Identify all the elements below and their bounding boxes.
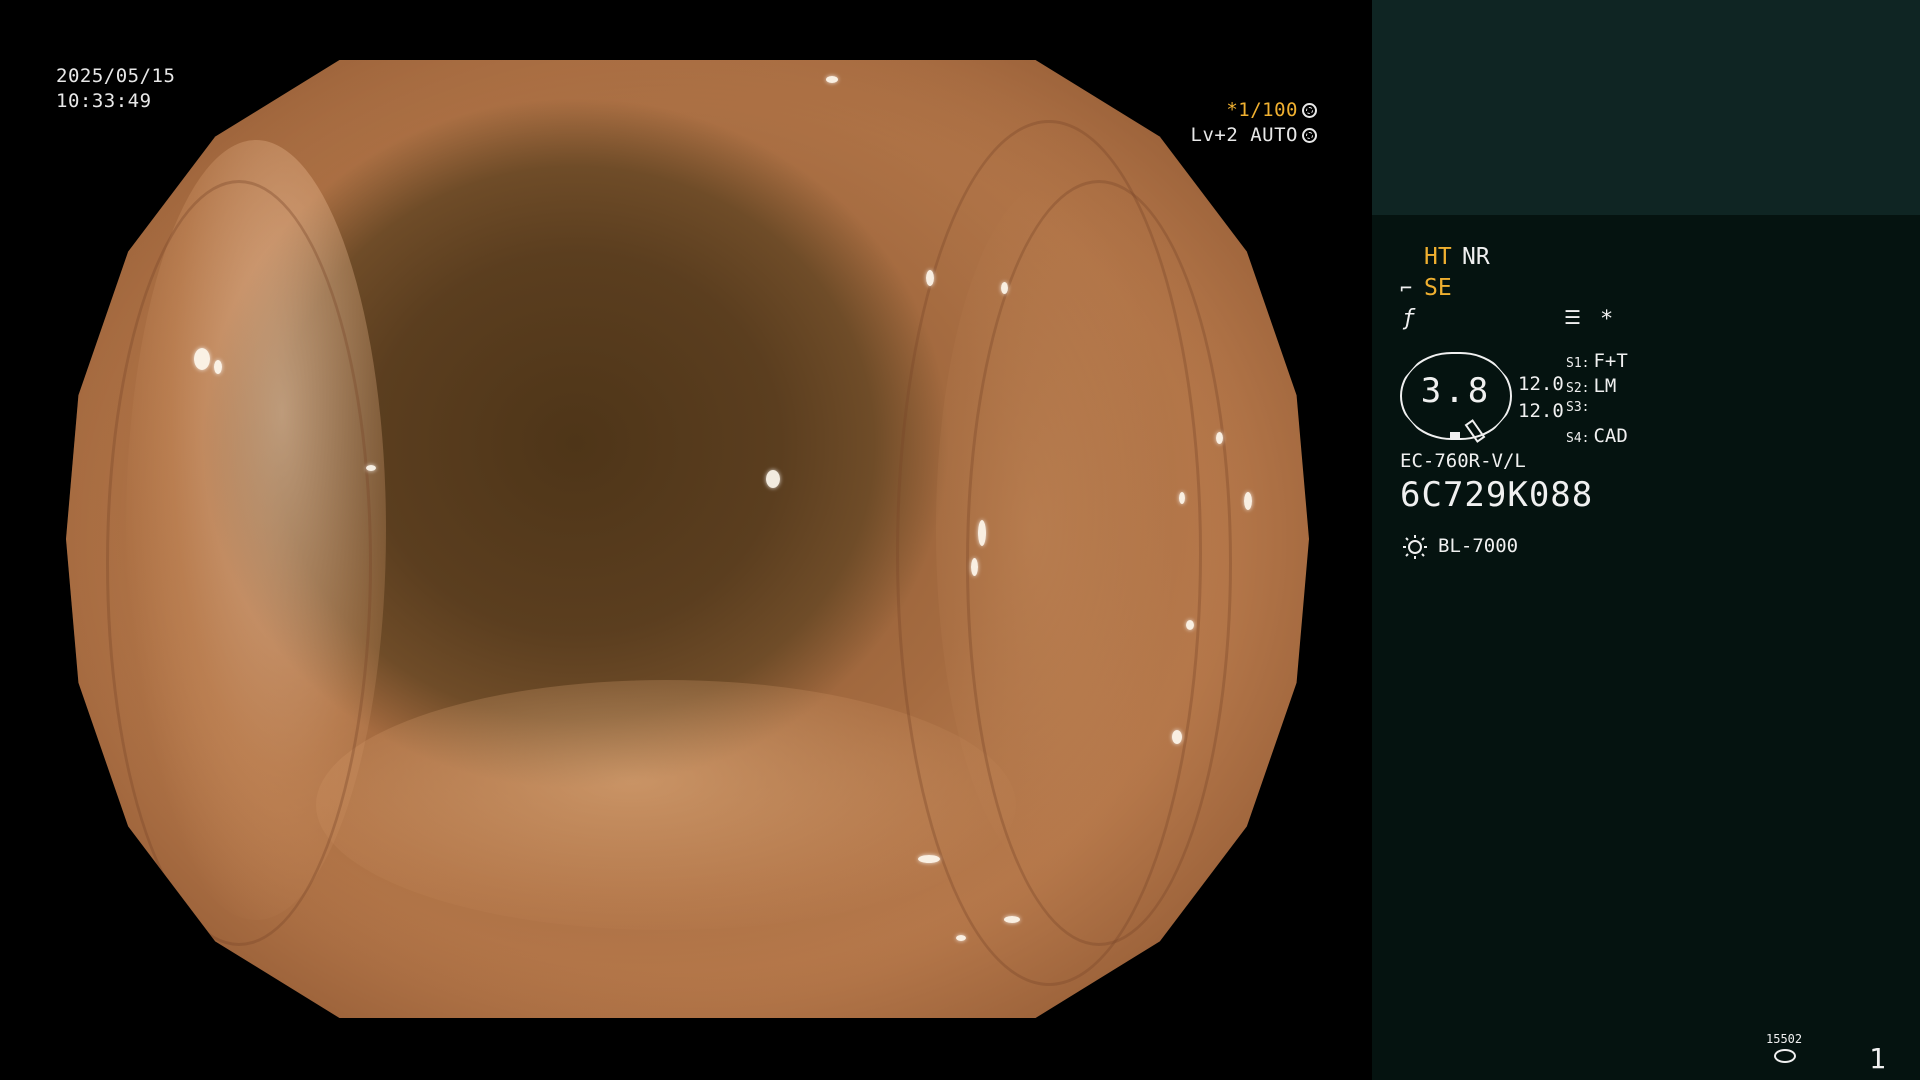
haustral-fold bbox=[106, 180, 372, 946]
storage-disk-icon bbox=[1774, 1049, 1796, 1063]
time-label: 10:33:49 bbox=[56, 90, 152, 112]
setting-key: S1: bbox=[1566, 356, 1590, 371]
setting-value: CAD bbox=[1593, 425, 1628, 447]
setting-row-s1: S1: F+T bbox=[1566, 350, 1628, 375]
specular-highlight bbox=[1179, 492, 1185, 504]
setting-value: F+T bbox=[1593, 350, 1628, 372]
light-source-icon bbox=[1403, 535, 1427, 559]
specular-highlight bbox=[214, 360, 222, 374]
focus-icon: ƒ bbox=[1402, 306, 1416, 331]
specular-highlight bbox=[1172, 730, 1182, 744]
setting-key: S2: bbox=[1566, 381, 1590, 396]
menu-icon: ☰ bbox=[1564, 307, 1582, 329]
specular-highlight bbox=[826, 76, 838, 83]
haustral-fold bbox=[966, 180, 1232, 946]
switch-settings-list: S1: F+T S2: LM S3: S4: CAD bbox=[1566, 350, 1628, 450]
specular-highlight bbox=[366, 465, 376, 471]
shutter-icon bbox=[1302, 103, 1317, 118]
specular-highlight bbox=[1244, 492, 1252, 510]
setting-row-s2: S2: LM bbox=[1566, 375, 1628, 400]
setting-row-s3: S3: bbox=[1566, 400, 1628, 425]
endoscope-view: 2025/05/15 10:33:49 *1/100 Lv+2 AUTO bbox=[0, 0, 1372, 1080]
storage-code-label: 15502 bbox=[1766, 1032, 1803, 1046]
specular-highlight bbox=[926, 270, 934, 286]
setting-value: LM bbox=[1593, 375, 1617, 397]
exposure-overlay: *1/100 Lv+2 AUTO bbox=[1097, 98, 1317, 148]
mode-se-label: SE bbox=[1424, 275, 1452, 301]
gauge-reading-2: 12.0 bbox=[1518, 400, 1564, 422]
endoscope-image bbox=[66, 60, 1309, 1018]
specular-highlight bbox=[971, 558, 978, 576]
mode-nr-label: NR bbox=[1462, 244, 1490, 270]
page-number-label: 1 bbox=[1869, 1042, 1886, 1075]
zoom-gauge-value: 3.8 bbox=[1420, 371, 1492, 411]
gauge-reading-1: 12.0 bbox=[1518, 373, 1564, 395]
enhancement-icon: ⌐ bbox=[1400, 276, 1413, 300]
exposure-label: Lv+2 AUTO bbox=[1190, 124, 1298, 146]
specular-highlight bbox=[1004, 916, 1020, 923]
specular-highlight bbox=[956, 935, 966, 941]
light-source-label: BL-7000 bbox=[1438, 535, 1519, 557]
specular-highlight bbox=[766, 470, 780, 488]
specular-highlight bbox=[1001, 282, 1008, 294]
scope-model-label: EC-760R-V/L bbox=[1400, 450, 1526, 472]
specular-highlight bbox=[978, 520, 986, 546]
date-label: 2025/05/15 bbox=[56, 65, 176, 87]
specular-highlight bbox=[194, 348, 210, 370]
specular-highlight bbox=[1216, 432, 1223, 444]
asterisk-icon: * bbox=[1600, 307, 1614, 332]
shutter-speed-label: *1/100 bbox=[1226, 99, 1298, 121]
scope-serial-label: 6C729K088 bbox=[1400, 475, 1594, 515]
specular-highlight bbox=[1186, 620, 1194, 630]
endoscopy-monitor: 2025/05/15 10:33:49 *1/100 Lv+2 AUTO HT … bbox=[0, 0, 1920, 1080]
gauge-marker-icon bbox=[1450, 432, 1460, 438]
specular-highlight bbox=[918, 855, 940, 863]
setting-row-s4: S4: CAD bbox=[1566, 425, 1628, 450]
info-panel: HT NR ⌐ SE ƒ ☰ * 3.8 12.0 12.0 S1: F+T S… bbox=[1372, 0, 1920, 1080]
datetime-overlay: 2025/05/15 10:33:49 bbox=[56, 64, 175, 114]
iris-icon bbox=[1302, 128, 1317, 143]
patient-info-area bbox=[1372, 0, 1920, 215]
mode-ht-label: HT bbox=[1424, 244, 1452, 270]
setting-key: S4: bbox=[1566, 431, 1590, 446]
setting-key: S3: bbox=[1566, 400, 1590, 415]
